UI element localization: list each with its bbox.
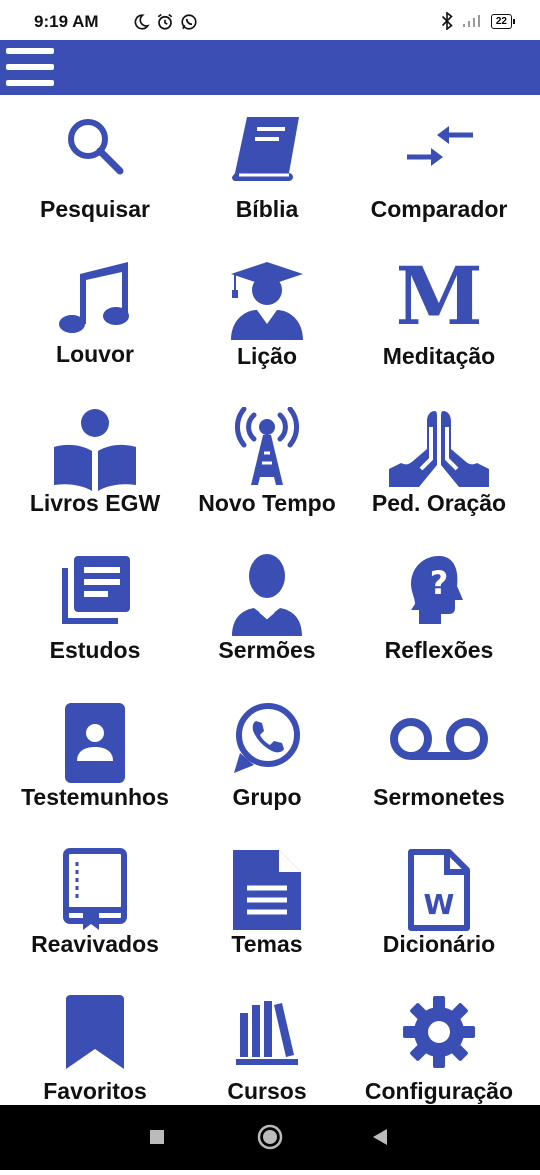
tile-temas[interactable]: Temas [177,830,357,976]
document-icon [233,850,301,930]
tile-configuracao[interactable]: Configuração [349,977,529,1105]
alarm-icon [157,13,173,30]
tile-label: Sermões [218,637,316,663]
tile-label: Estudos [49,637,141,663]
tile-dicionario[interactable]: W Dicionário [349,830,529,976]
tile-label: Comparador [370,196,508,222]
square-icon [150,1130,164,1144]
menu-grid: Pesquisar Bíblia Comparador Louvor Lição… [0,95,540,1105]
app-bar [0,40,540,95]
bluetooth-icon [441,12,453,30]
tile-licao[interactable]: Lição [177,242,357,388]
tile-sermoes[interactable]: Sermões [177,536,357,682]
tile-label: Testemunhos [21,784,169,810]
bookmark-icon [66,995,124,1069]
praying-hands-icon [389,411,489,487]
tile-label: Reavivados [31,931,159,957]
recents-button[interactable] [112,1105,202,1170]
radio-tower-icon [235,407,299,485]
moon-icon [134,14,150,30]
tile-label: Grupo [232,784,302,810]
tile-cursos[interactable]: Cursos [177,977,357,1105]
whatsapp-icon [234,703,300,773]
gear-icon [403,996,475,1068]
tile-pesquisar[interactable]: Pesquisar [5,95,185,241]
search-icon [68,119,124,175]
tile-label: Dicionário [382,931,496,957]
reader-book-icon [54,409,136,491]
bible-icon [232,117,299,181]
signal-icon [462,15,480,27]
tile-label: Novo Tempo [198,490,336,516]
graduate-icon [231,262,303,340]
tile-livros-egw[interactable]: Livros EGW [5,389,185,535]
home-button[interactable] [225,1105,315,1170]
tile-testemunhos[interactable]: Testemunhos [5,683,185,829]
tile-label: Temas [231,931,303,957]
tile-label: Meditação [382,343,496,369]
meditation-m-icon: M [399,260,479,330]
tile-label: Livros EGW [29,490,161,516]
svg-text:?: ? [430,564,449,602]
tile-label: Ped. Oração [371,490,507,516]
tile-biblia[interactable]: Bíblia [177,95,357,241]
home-circle-icon [257,1124,283,1150]
tile-ped-oracao[interactable]: Ped. Oração [349,389,529,535]
hamburger-menu-button[interactable] [6,46,54,88]
tile-novo-tempo[interactable]: Novo Tempo [177,389,357,535]
tile-label: Configuração [364,1078,514,1104]
head-question-icon: ? [411,556,463,624]
tile-comparador[interactable]: Comparador [349,95,529,241]
battery-indicator: 22 [490,13,516,29]
status-bar: 9:19 AM 22 [0,0,540,40]
status-right-icons: 22 [441,12,516,30]
tile-label: Favoritos [43,1078,147,1104]
tile-label: Reflexões [384,637,494,663]
tile-louvor[interactable]: Louvor [5,242,185,388]
tile-label: Bíblia [235,196,299,222]
word-file-icon: W [408,849,470,931]
voicemail-icon [390,718,488,760]
music-note-icon [59,262,129,333]
svg-text:W: W [424,888,455,921]
system-navigation-bar [0,1105,540,1170]
books-shelf-icon [236,1001,298,1065]
contact-card-icon [65,703,125,783]
tile-label: Cursos [227,1078,307,1104]
preacher-icon [232,554,302,636]
tile-label: Sermonetes [373,784,505,810]
tile-reavivados[interactable]: Reavivados [5,830,185,976]
tile-label: Pesquisar [40,196,150,222]
tile-label: Louvor [56,341,134,367]
status-time: 9:19 AM [34,12,99,31]
tile-meditacao[interactable]: M Meditação [349,242,529,388]
compare-arrows-icon [407,126,473,166]
library-books-icon [62,556,130,624]
tile-grupo[interactable]: Grupo [177,683,357,829]
back-triangle-icon [373,1129,387,1145]
tile-sermonetes[interactable]: Sermonetes [349,683,529,829]
whatsapp-status-icon [181,14,197,30]
tile-reflexoes[interactable]: ? Reflexões [349,536,529,682]
svg-text:M: M [399,260,479,330]
tile-favoritos[interactable]: Favoritos [5,977,185,1105]
tile-label: Lição [236,343,298,369]
back-button[interactable] [335,1105,425,1170]
status-left-icons [132,13,198,31]
tile-estudos[interactable]: Estudos [5,536,185,682]
notebook-bookmark-icon [63,848,127,930]
